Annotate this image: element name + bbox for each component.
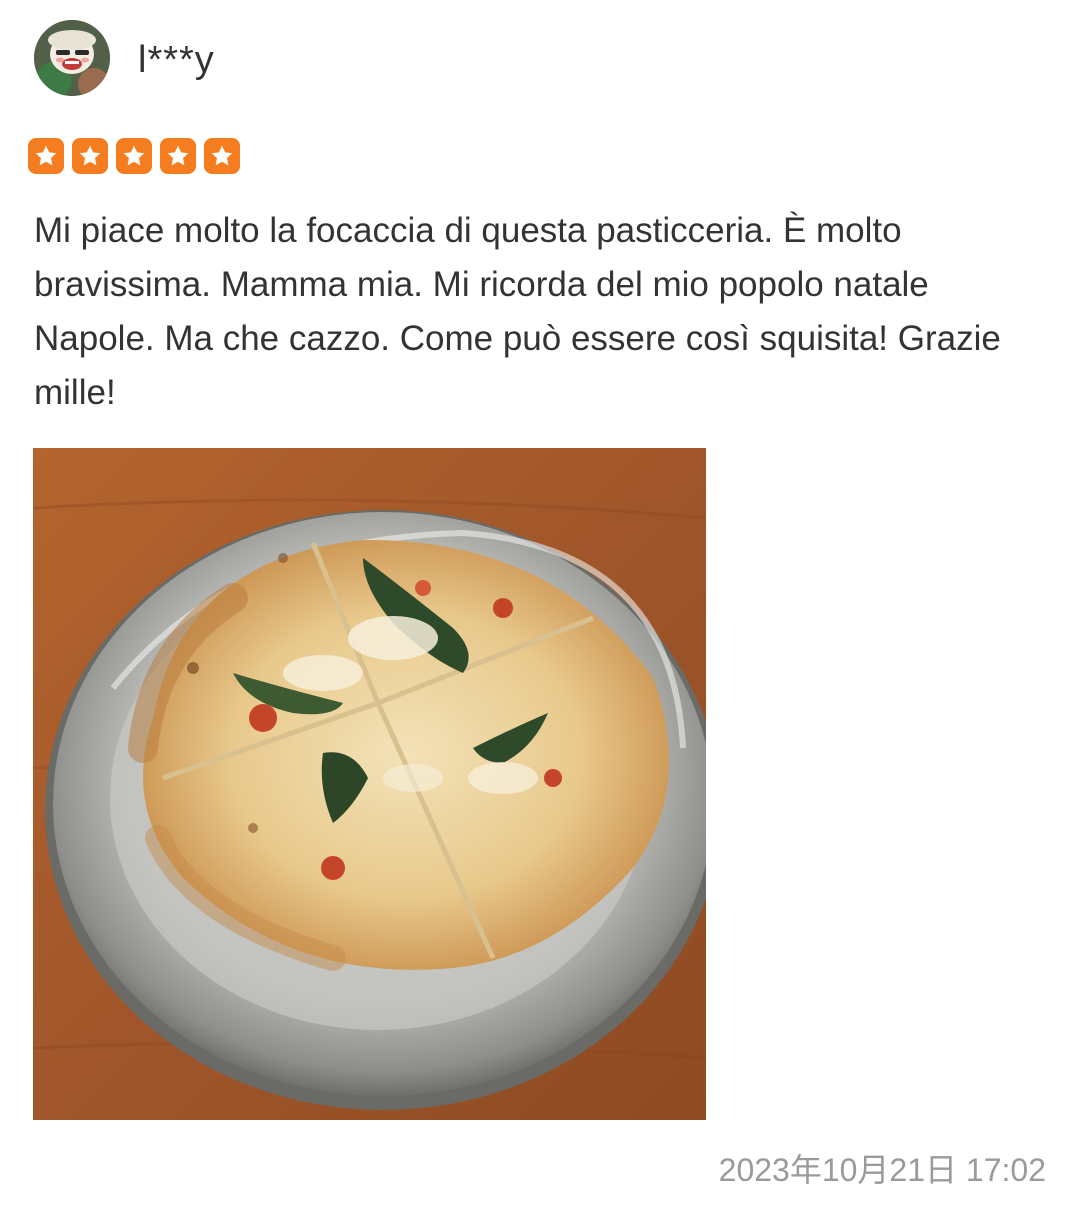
avatar-icon bbox=[34, 20, 110, 96]
star-icon bbox=[28, 138, 64, 174]
star-icon bbox=[116, 138, 152, 174]
star-icon bbox=[204, 138, 240, 174]
review-card: l***y Mi piace molto la focaccia di ques… bbox=[0, 0, 1080, 1206]
user-avatar[interactable] bbox=[34, 20, 110, 96]
review-text: Mi piace molto la focaccia di questa pas… bbox=[34, 211, 1001, 412]
username[interactable]: l***y bbox=[138, 38, 215, 82]
star-rating bbox=[28, 138, 240, 174]
focaccia-photo-icon bbox=[33, 448, 706, 1120]
star-icon bbox=[160, 138, 196, 174]
review-timestamp: 2023年10月21日 17:02 bbox=[718, 1152, 1046, 1188]
star-icon bbox=[72, 138, 108, 174]
review-photo[interactable] bbox=[33, 448, 706, 1120]
